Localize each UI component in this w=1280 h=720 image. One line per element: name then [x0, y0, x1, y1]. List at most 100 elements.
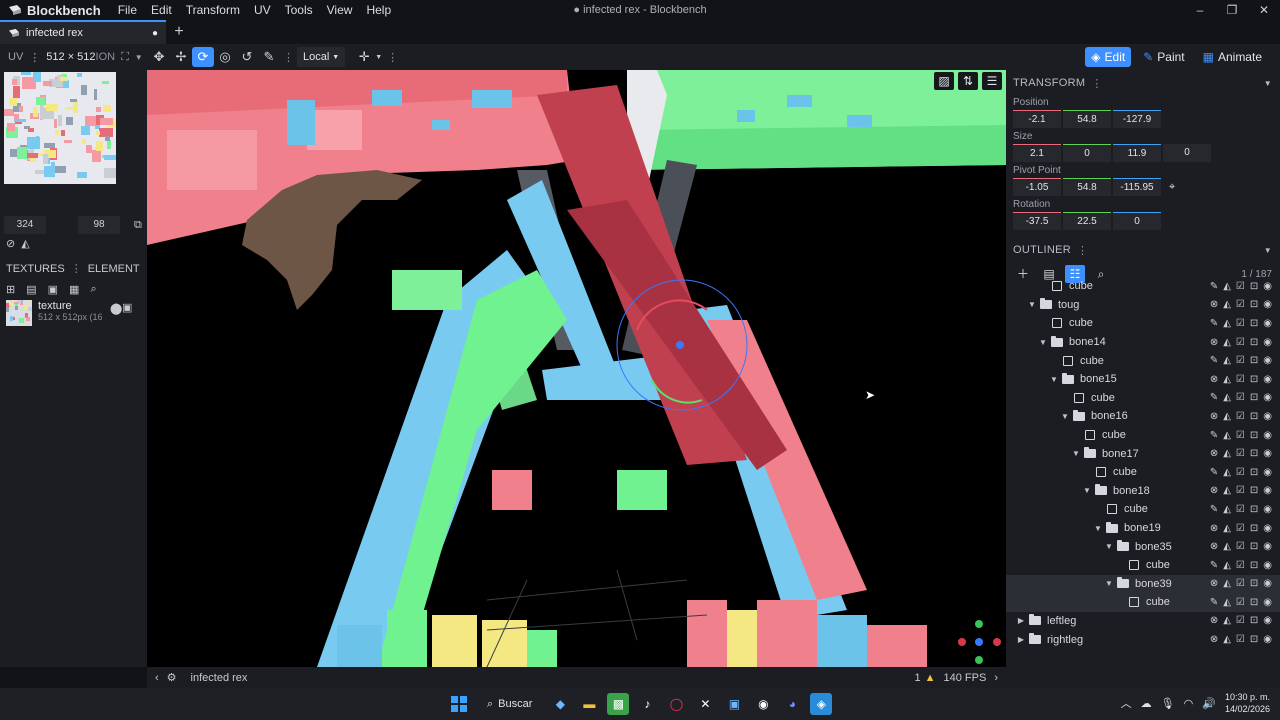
lock-icon[interactable]: ⊡ — [1250, 578, 1258, 589]
outliner-cube-row[interactable]: cube ✎ ◭ ☑ ⊡ ◉ — [1006, 463, 1280, 482]
shade-toggle-icon[interactable]: ☑ — [1236, 523, 1245, 534]
chevron-down-icon[interactable]: ▼ — [375, 54, 382, 61]
copilot-icon[interactable]: ◆ — [549, 693, 571, 715]
visibility-eye-icon[interactable]: ◉ — [1263, 485, 1272, 496]
mirror-uv-icon[interactable]: ◭ — [1223, 578, 1231, 589]
outliner-group-row[interactable]: ▶ rightleg ⊗ ◭ ☑ ⊡ ◉ — [1006, 630, 1280, 649]
visibility-eye-icon[interactable]: ◉ — [1263, 597, 1272, 608]
unsaved-dot-icon[interactable]: ● — [152, 28, 158, 39]
panel-menu-icon[interactable]: ⋮ — [1091, 77, 1102, 90]
copy-icon[interactable]: ⧉ — [134, 219, 142, 232]
visibility-eye-icon[interactable]: ◉ — [1263, 448, 1272, 459]
visibility-eye-icon[interactable]: ◉ — [1263, 318, 1272, 329]
minimize-icon[interactable]: – — [1184, 0, 1216, 20]
export-icon[interactable]: ⊗ — [1210, 485, 1218, 496]
grid-texture-icon[interactable]: ▦ — [69, 283, 79, 296]
shade-toggle-icon[interactable]: ☑ — [1236, 485, 1245, 496]
texture-item[interactable]: texture 512 x 512px (16x ⬤ ▣ — [6, 300, 143, 330]
link-icon[interactable]: ⊘ — [6, 237, 15, 250]
visibility-eye-icon[interactable]: ◉ — [1263, 299, 1272, 310]
outliner-cube-row[interactable]: cube ✎ ◭ ☑ ⊡ ◉ — [1006, 389, 1280, 408]
lock-icon[interactable]: ⊡ — [1250, 615, 1258, 626]
position-y-field[interactable]: 54.8 — [1063, 110, 1111, 128]
gizmo-center[interactable] — [676, 341, 684, 349]
chevron-right-icon[interactable]: ▶ — [1016, 616, 1026, 625]
shade-toggle-icon[interactable]: ☑ — [1236, 392, 1245, 403]
position-z-field[interactable]: -127.9 — [1113, 110, 1161, 128]
menu-tools[interactable]: Tools — [278, 3, 320, 17]
texture-visibility-icon[interactable]: ⬤ — [110, 302, 122, 315]
lock-icon[interactable]: ⊡ — [1250, 318, 1258, 329]
chevron-up-icon[interactable]: ︿ — [1121, 695, 1132, 711]
pivot-z-field[interactable]: -115.95 — [1113, 178, 1161, 196]
shade-toggle-icon[interactable]: ☑ — [1236, 541, 1245, 552]
chevron-down-icon[interactable]: ▼ — [1071, 449, 1081, 458]
import-texture-icon[interactable]: ▤ — [26, 283, 36, 296]
outliner-group-row[interactable]: ▼ bone19 ⊗ ◭ ☑ ⊡ ◉ — [1006, 519, 1280, 538]
fullscreen-icon[interactable]: ⛶ — [121, 51, 129, 64]
outliner-group-row[interactable]: ▼ bone35 ⊗ ◭ ☑ ⊡ ◉ — [1006, 537, 1280, 556]
onedrive-icon[interactable]: ☁ — [1141, 697, 1152, 710]
project-tab[interactable]: infected rex ● — [0, 20, 166, 44]
transform-space-icon[interactable]: ✛ — [353, 47, 375, 67]
mode-edit[interactable]: ◈ Edit — [1085, 47, 1132, 67]
pin-icon[interactable]: ✎ — [1210, 355, 1218, 366]
visibility-eye-icon[interactable]: ◉ — [1263, 523, 1272, 534]
outliner-cube-row[interactable]: cube ✎ ◭ ☑ ⊡ ◉ — [1006, 426, 1280, 445]
vertex-snap-icon[interactable]: ↺ — [236, 47, 258, 67]
chevron-down-icon[interactable]: ▼ — [1038, 338, 1048, 347]
uv-menu-icon[interactable]: ⋮ — [29, 51, 40, 64]
lock-icon[interactable]: ⊡ — [1250, 374, 1258, 385]
lock-icon[interactable]: ⊡ — [1250, 467, 1258, 478]
volume-icon[interactable]: 🔊 — [1202, 697, 1216, 710]
pivot-x-field[interactable]: -1.05 — [1013, 178, 1061, 196]
chevron-down-icon[interactable]: ▼ — [1264, 246, 1272, 255]
tiktok-icon[interactable]: ♪ — [636, 693, 658, 715]
position-x-field[interactable]: -2.1 — [1013, 110, 1061, 128]
mirror-uv-icon[interactable]: ◭ — [1223, 615, 1231, 626]
mirror-uv-icon[interactable]: ◭ — [1223, 318, 1231, 329]
visibility-eye-icon[interactable]: ◉ — [1263, 578, 1272, 589]
chevron-right-icon[interactable]: › — [986, 672, 1006, 684]
visibility-eye-icon[interactable]: ◉ — [1263, 615, 1272, 626]
chevron-down-icon[interactable]: ▼ — [1049, 375, 1059, 384]
lock-icon[interactable]: ⊡ — [1250, 392, 1258, 403]
hamburger-menu-icon[interactable]: ☰ — [982, 72, 1002, 90]
mirror-uv-icon[interactable]: ◭ — [1223, 281, 1231, 292]
clock[interactable]: 10:30 p. m. 14/02/2026 — [1225, 691, 1270, 715]
outliner-cube-row[interactable]: cube ✎ ◭ ☑ ⊡ ◉ — [1006, 277, 1280, 296]
mirror-uv-icon[interactable]: ◭ — [1223, 485, 1231, 496]
visibility-eye-icon[interactable]: ◉ — [1263, 541, 1272, 552]
mode-paint[interactable]: ✎ Paint — [1137, 47, 1190, 67]
outliner-cube-row[interactable]: cube ✎ ◭ ☑ ⊡ ◉ — [1006, 556, 1280, 575]
lock-icon[interactable]: ⊡ — [1250, 337, 1258, 348]
mirror-uv-icon[interactable]: ◭ — [1223, 355, 1231, 366]
mirror-uv-icon[interactable]: ◭ — [1223, 411, 1231, 422]
wifi-icon[interactable]: ◠ — [1184, 697, 1194, 710]
save-icon[interactable]: ▣ — [122, 301, 132, 314]
pin-icon[interactable]: ✎ — [1210, 318, 1218, 329]
lock-icon[interactable]: ⊡ — [1250, 523, 1258, 534]
visibility-eye-icon[interactable]: ◉ — [1263, 281, 1272, 292]
mirror-icon[interactable]: ◭ — [21, 237, 29, 250]
menu-help[interactable]: Help — [359, 3, 398, 17]
capcut-icon[interactable]: ✕ — [694, 693, 716, 715]
export-icon[interactable]: ⊗ — [1210, 541, 1218, 552]
shade-toggle-icon[interactable]: ☑ — [1236, 504, 1245, 515]
search-icon[interactable]: ⌕ — [90, 283, 96, 296]
outliner-group-row[interactable]: ▼ bone14 ⊗ ◭ ☑ ⊡ ◉ — [1006, 333, 1280, 352]
export-icon[interactable]: ⊗ — [1210, 448, 1218, 459]
3d-viewport[interactable]: ▨ ⇅ ☰ ➤ — [147, 70, 1006, 667]
visibility-eye-icon[interactable]: ◉ — [1263, 504, 1272, 515]
lock-icon[interactable]: ⊡ — [1250, 541, 1258, 552]
pin-icon[interactable]: ✎ — [1210, 392, 1218, 403]
pin-icon[interactable]: ✎ — [1210, 504, 1218, 515]
chevron-down-icon[interactable]: ▼ — [1264, 79, 1272, 88]
visibility-eye-icon[interactable]: ◉ — [1263, 355, 1272, 366]
shade-toggle-icon[interactable]: ☑ — [1236, 411, 1245, 422]
taskbar-search[interactable]: ⌕ Buscar — [477, 692, 542, 716]
visibility-eye-icon[interactable]: ◉ — [1263, 411, 1272, 422]
tab-element[interactable]: ELEMENT — [88, 263, 140, 275]
outliner-group-row[interactable]: ▼ bone17 ⊗ ◭ ☑ ⊡ ◉ — [1006, 444, 1280, 463]
settings-icon[interactable]: ⚙ — [167, 671, 177, 684]
